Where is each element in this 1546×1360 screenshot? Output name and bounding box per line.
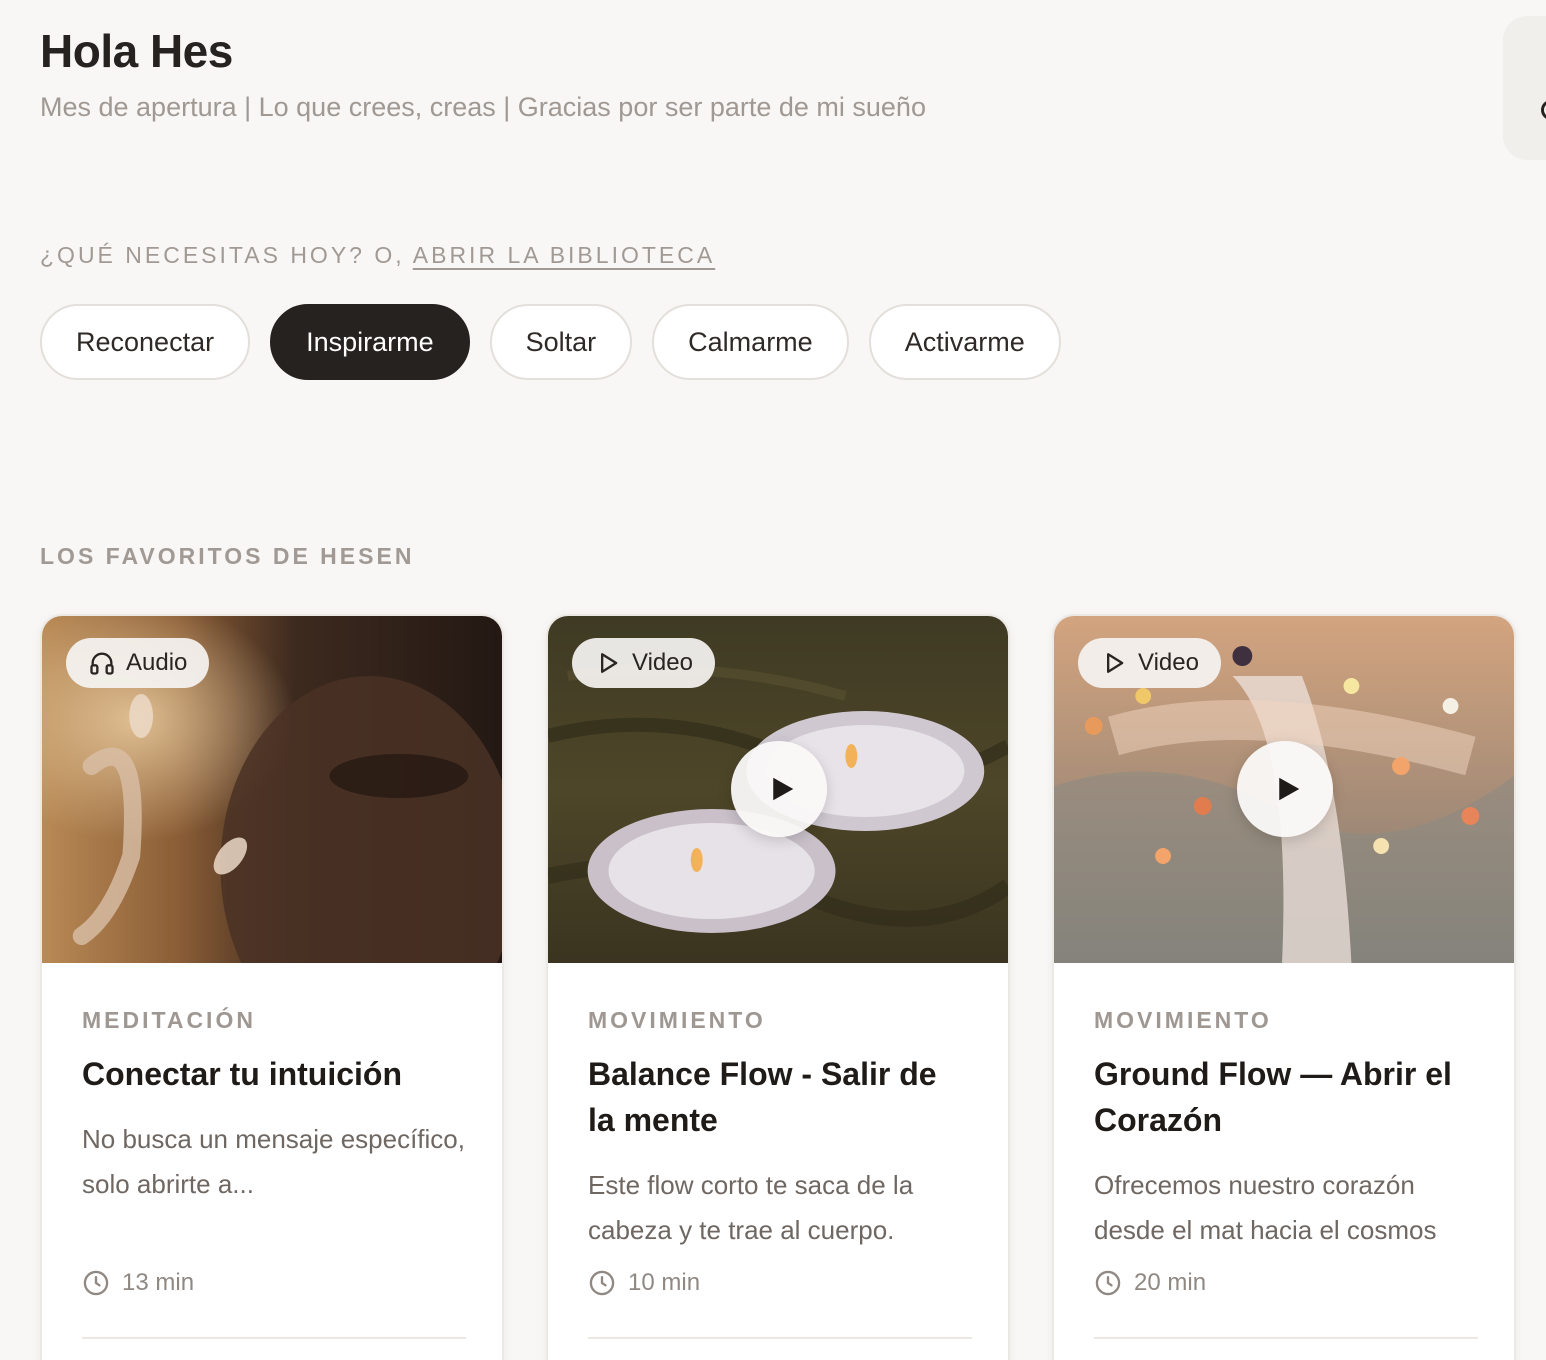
card-divider: [1094, 1337, 1478, 1339]
favorites-section-title: LOS FAVORITOS DE HESEN: [40, 543, 415, 569]
card-duration-label: 20 min: [1134, 1269, 1207, 1296]
mood-question: ¿QUÉ NECESITAS HOY? O, ABRIR LA BIBLIOTE…: [40, 242, 715, 269]
card-title: Conectar tu intuición: [82, 1056, 402, 1092]
card-category: MOVIMIENTO: [1094, 1007, 1272, 1033]
mood-chip-inspirarme[interactable]: Inspirarme: [270, 304, 470, 380]
card-category: MOVIMIENTO: [588, 1007, 766, 1033]
mood-filter-group: Reconectar Inspirarme Soltar Calmarme Ac…: [40, 304, 1061, 380]
card-duration: 10 min: [588, 1269, 700, 1297]
content-card[interactable]: Video MOVIMIENTO Balance Flow - Salir de…: [546, 614, 1010, 1360]
media-type-badge: Audio: [66, 638, 210, 688]
card-thumbnail: Video: [548, 616, 1008, 963]
clock-icon: [589, 1270, 615, 1296]
card-duration: 20 min: [1094, 1269, 1206, 1297]
card-title: Ground Flow — Abrir el Corazón: [1094, 1056, 1452, 1138]
side-panel-card[interactable]: [1503, 16, 1546, 160]
play-icon: [773, 777, 794, 801]
media-type-badge: Video: [572, 638, 715, 688]
card-description: Ofrecemos nuestro corazón desde el mat h…: [1094, 1170, 1437, 1245]
mood-question-text: ¿QUÉ NECESITAS HOY? O,: [40, 242, 405, 268]
mood-chip-soltar[interactable]: Soltar: [489, 304, 633, 380]
media-type-badge: Video: [1078, 638, 1221, 688]
home-page: Hola Hes Mes de apertura | Lo que crees,…: [40, 0, 1546, 1360]
play-icon: [1279, 777, 1300, 801]
open-library-link[interactable]: ABRIR LA BIBLIOTECA: [413, 242, 715, 268]
card-duration: 13 min: [82, 1269, 194, 1297]
card-description: Este flow corto te saca de la cabeza y t…: [588, 1170, 914, 1245]
content-card[interactable]: Audio MEDITACIÓN Conectar tu intuición N…: [40, 614, 504, 1360]
clock-icon: [83, 1270, 109, 1296]
card-description: No busca un mensaje específico, solo abr…: [82, 1124, 465, 1199]
partial-icon: [1541, 100, 1546, 120]
card-duration-label: 10 min: [628, 1269, 701, 1296]
favorites-card-list: Audio MEDITACIÓN Conectar tu intuición N…: [40, 614, 1518, 1360]
card-title: Balance Flow - Salir de la mente: [588, 1056, 937, 1138]
mood-chip-calmarme[interactable]: Calmarme: [652, 304, 849, 380]
play-button[interactable]: [1237, 741, 1333, 837]
media-type-label: Audio: [126, 649, 188, 676]
mood-chip-activarme[interactable]: Activarme: [868, 304, 1061, 380]
play-button[interactable]: [731, 741, 827, 837]
play-outline-icon: [1107, 653, 1124, 673]
card-category: MEDITACIÓN: [82, 1007, 256, 1033]
mood-chip-reconectar[interactable]: Reconectar: [40, 304, 251, 380]
card-duration-label: 13 min: [122, 1269, 195, 1296]
card-thumbnail: Audio: [42, 616, 502, 963]
content-card[interactable]: Video MOVIMIENTO Ground Flow — Abrir el …: [1052, 614, 1516, 1360]
media-type-label: Video: [1138, 649, 1199, 676]
media-type-label: Video: [632, 649, 693, 676]
headphones-icon: [90, 652, 114, 675]
card-divider: [588, 1337, 972, 1339]
play-outline-icon: [601, 653, 618, 673]
greeting-title: Hola Hes: [40, 25, 233, 77]
greeting-subtitle: Mes de apertura | Lo que crees, creas | …: [40, 92, 926, 122]
clock-icon: [1095, 1270, 1121, 1296]
card-thumbnail: Video: [1054, 616, 1514, 963]
card-divider: [82, 1337, 466, 1339]
